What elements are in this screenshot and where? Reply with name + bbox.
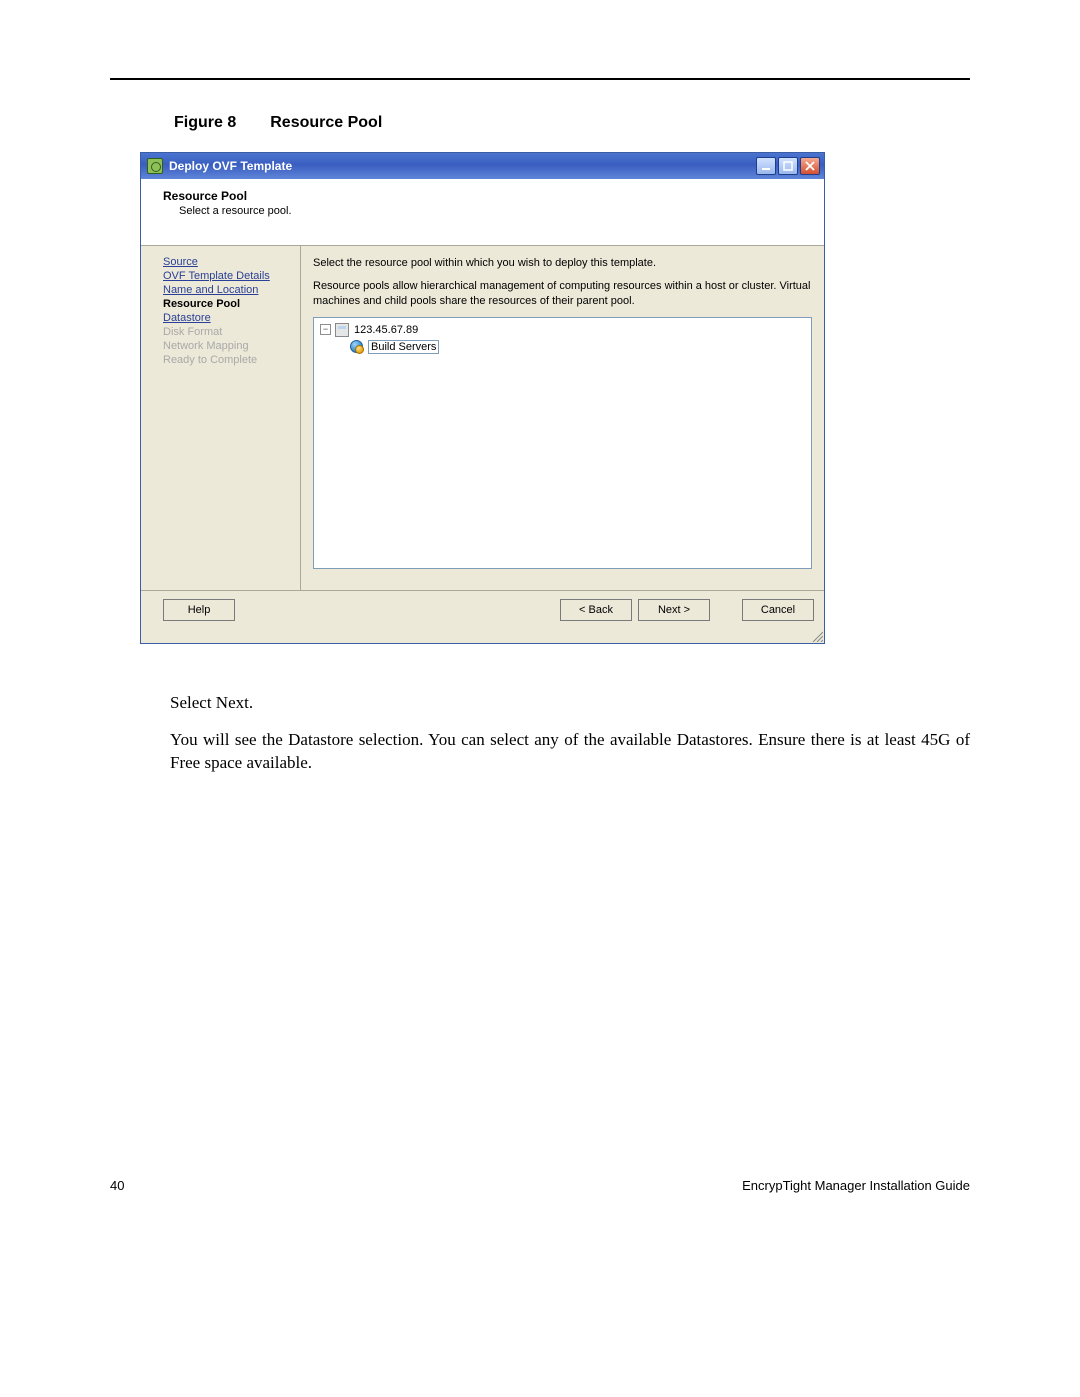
help-button[interactable]: Help [163, 599, 235, 621]
tree-host-row[interactable]: − 123.45.67.89 [320, 322, 805, 338]
nav-step-ovf-details[interactable]: OVF Template Details [163, 270, 294, 282]
figure-label: Figure 8 [174, 114, 236, 131]
nav-step-network-mapping: Network Mapping [163, 340, 294, 352]
figure-caption: Figure 8 Resource Pool [174, 114, 970, 132]
close-button[interactable] [800, 157, 820, 175]
nav-step-ready-complete: Ready to Complete [163, 354, 294, 366]
minimize-icon [761, 161, 771, 171]
wizard-header: Resource Pool Select a resource pool. [141, 179, 824, 246]
page-number: 40 [110, 1178, 124, 1193]
tree-pool-label: Build Servers [368, 340, 439, 354]
document-body-text: Select Next. You will see the Datastore … [170, 692, 970, 775]
instruction-line-1: Select the resource pool within which yo… [313, 256, 812, 271]
window-title: Deploy OVF Template [169, 159, 756, 173]
next-button[interactable]: Next > [638, 599, 710, 621]
page-top-rule [110, 78, 970, 80]
page-footer: 40 EncrypTight Manager Installation Guid… [110, 1178, 970, 1193]
wizard-main: Select the resource pool within which yo… [301, 246, 824, 590]
tree-pool-row[interactable]: Build Servers [320, 339, 805, 355]
resource-pool-icon [350, 340, 363, 353]
nav-step-resource-pool: Resource Pool [163, 298, 294, 310]
figure-title: Resource Pool [270, 114, 382, 131]
maximize-button[interactable] [778, 157, 798, 175]
guide-title: EncrypTight Manager Installation Guide [742, 1178, 970, 1193]
minimize-button[interactable] [756, 157, 776, 175]
instruction-line-2: Resource pools allow hierarchical manage… [313, 279, 812, 309]
wizard-step-subtitle: Select a resource pool. [179, 205, 814, 217]
window-button-group [756, 157, 820, 175]
window-titlebar: Deploy OVF Template [141, 153, 824, 179]
maximize-icon [783, 161, 793, 171]
resize-grip[interactable] [141, 631, 824, 643]
back-button[interactable]: < Back [560, 599, 632, 621]
app-icon [147, 158, 163, 174]
resize-grip-icon [811, 630, 823, 642]
nav-step-disk-format: Disk Format [163, 326, 294, 338]
wizard-body: Source OVF Template Details Name and Loc… [141, 246, 824, 590]
nav-step-source[interactable]: Source [163, 256, 294, 268]
resource-pool-tree[interactable]: − 123.45.67.89 Build Servers [313, 317, 812, 569]
wizard-footer: Help < Back Next > Cancel [141, 591, 824, 631]
collapse-icon[interactable]: − [320, 324, 331, 335]
wizard-step-title: Resource Pool [163, 189, 814, 203]
close-icon [805, 161, 815, 171]
doc-paragraph-1: Select Next. [170, 692, 970, 715]
doc-paragraph-2: You will see the Datastore selection. Yo… [170, 729, 970, 775]
wizard-nav: Source OVF Template Details Name and Loc… [141, 246, 301, 590]
cancel-button[interactable]: Cancel [742, 599, 814, 621]
host-icon [335, 323, 349, 337]
nav-step-datastore[interactable]: Datastore [163, 312, 294, 324]
tree-host-label: 123.45.67.89 [354, 324, 418, 336]
nav-step-name-location[interactable]: Name and Location [163, 284, 294, 296]
deploy-ovf-window: Deploy OVF Template Resource Pool Select… [140, 152, 825, 644]
